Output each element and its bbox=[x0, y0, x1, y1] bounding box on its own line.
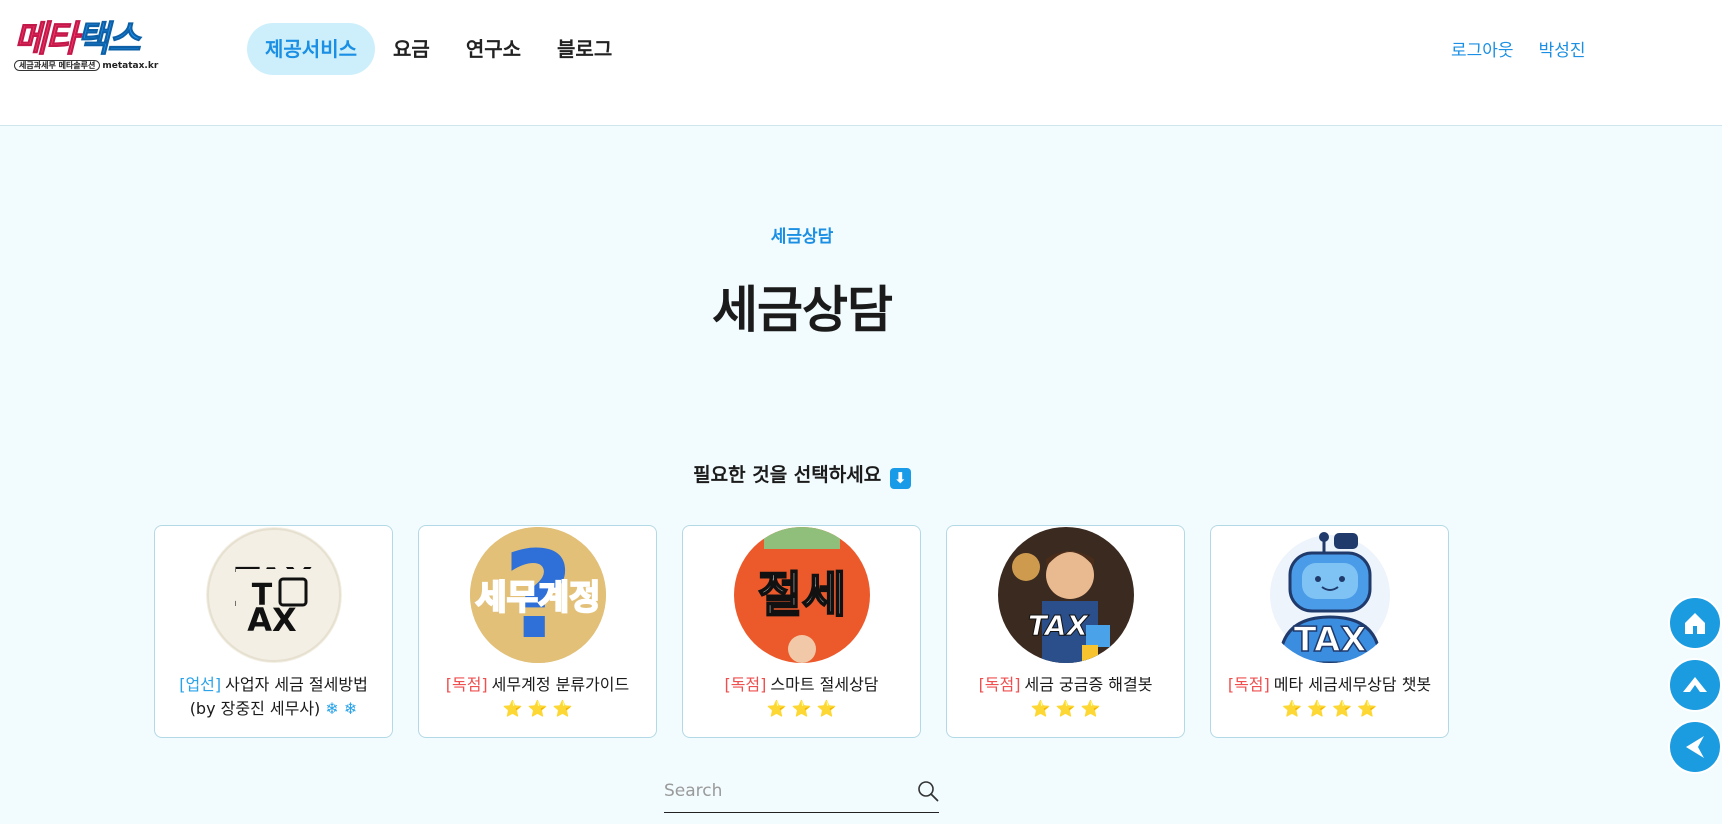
page-title: 세금상담 bbox=[712, 281, 893, 339]
chevron-up-icon bbox=[1683, 677, 1707, 692]
logout-link[interactable]: 로그아웃 bbox=[1451, 36, 1514, 61]
svg-text:AX: AX bbox=[247, 601, 297, 639]
user-links: 로그아웃 박성진 bbox=[1451, 36, 1585, 61]
service-card[interactable]: TAX [독점] 세금 궁금증 해결봇 ⭐ ⭐ ⭐ bbox=[946, 525, 1185, 738]
service-card-list: TAX TAX T AX [업선]사업자 세금 절세방법 (by 장중진 세무사… bbox=[154, 525, 1449, 738]
scroll-top-button[interactable] bbox=[1668, 658, 1722, 712]
nav-item-lab[interactable]: 연구소 bbox=[448, 23, 539, 75]
star-icon: ⭐ ⭐ ⭐ ⭐ bbox=[1282, 699, 1377, 718]
svg-text:절세: 절세 bbox=[758, 567, 846, 623]
nav-item-services[interactable]: 제공서비스 bbox=[247, 23, 375, 75]
main-nav: 제공서비스 요금 연구소 블로그 bbox=[247, 23, 630, 75]
tax-calculator-icon: TAX TAX T AX bbox=[206, 527, 342, 663]
card-label: [독점] 세금 궁금증 해결봇 ⭐ ⭐ ⭐ bbox=[978, 675, 1153, 718]
snowflake-icon: ❄ ❄ bbox=[325, 699, 358, 718]
tax-qa-character-icon: TAX bbox=[998, 527, 1134, 663]
logo-subtitle: 세금과세무 메타솔루션 metatax.kr bbox=[14, 60, 158, 71]
card-label: [업선] 사업자 세금 절세방법 (by 장중진 세무사) ❄ ❄ bbox=[179, 675, 368, 718]
down-arrow-icon: ⬇ bbox=[889, 468, 911, 489]
question-mark-account-icon: ? 세무계정 bbox=[470, 527, 606, 663]
star-icon: ⭐ ⭐ ⭐ bbox=[502, 699, 573, 718]
service-card[interactable]: ? 세무계정 [독점]세무계정 분류가이드⭐ ⭐ ⭐ bbox=[418, 525, 657, 738]
svg-text:TAX: TAX bbox=[1028, 609, 1090, 642]
search-input[interactable] bbox=[664, 778, 904, 804]
header: 메타택스 세금과세무 메타솔루션 metatax.kr 제공서비스 요금 연구소 … bbox=[0, 0, 1722, 126]
logo-title: 메타택스 bbox=[13, 19, 141, 60]
section-eyebrow: 세금상담 bbox=[770, 227, 834, 247]
svg-text:TAX: TAX bbox=[1293, 620, 1366, 660]
logo[interactable]: 메타택스 세금과세무 메타솔루션 metatax.kr bbox=[13, 19, 164, 76]
service-card[interactable]: TAX [독점] 메타 세금세무상담 챗봇 ⭐ ⭐ ⭐ ⭐ bbox=[1210, 525, 1449, 738]
back-arrow-icon bbox=[1686, 736, 1704, 758]
service-card[interactable]: 절세 [독점] 스마트 절세상담 ⭐ ⭐ ⭐ bbox=[682, 525, 921, 738]
user-name-link[interactable]: 박성진 bbox=[1539, 36, 1586, 61]
nav-item-blog[interactable]: 블로그 bbox=[539, 23, 630, 75]
back-button[interactable] bbox=[1668, 720, 1722, 774]
card-label: [독점] 세무계정 분류가이드 ⭐ ⭐ ⭐ bbox=[445, 675, 630, 718]
service-card[interactable]: TAX TAX T AX [업선]사업자 세금 절세방법 (by 장중진 세무사… bbox=[154, 525, 393, 738]
svg-text:세무계정: 세무계정 bbox=[475, 578, 600, 618]
search-icon[interactable] bbox=[917, 780, 939, 802]
home-button[interactable] bbox=[1668, 596, 1722, 650]
star-icon: ⭐ ⭐ ⭐ bbox=[766, 699, 837, 718]
search-box bbox=[664, 770, 939, 813]
card-label: [독점] 스마트 절세상담 ⭐ ⭐ ⭐ bbox=[724, 675, 879, 718]
tax-saving-icon: 절세 bbox=[734, 527, 870, 663]
home-icon bbox=[1685, 613, 1705, 634]
tax-robot-icon: TAX bbox=[1262, 527, 1398, 663]
star-icon: ⭐ ⭐ ⭐ bbox=[1030, 699, 1101, 718]
select-prompt: 필요한 것을 선택하세요 ⬇ bbox=[0, 460, 1604, 489]
nav-item-pricing[interactable]: 요금 bbox=[375, 23, 448, 75]
card-label: [독점] 메타 세금세무상담 챗봇 ⭐ ⭐ ⭐ ⭐ bbox=[1227, 675, 1432, 718]
